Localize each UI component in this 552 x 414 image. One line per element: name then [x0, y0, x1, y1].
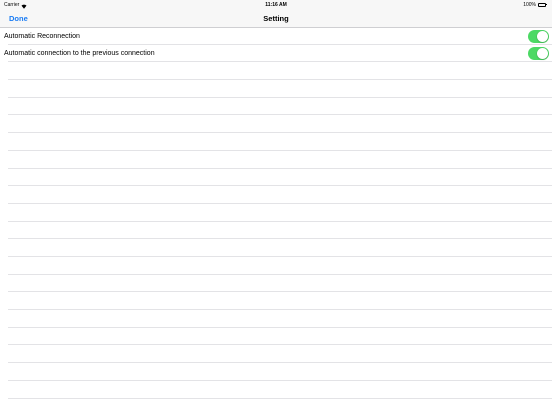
status-right: 100% — [523, 0, 548, 10]
empty-row-separator — [8, 327, 552, 328]
empty-row-separator — [8, 398, 552, 399]
empty-row-separator — [8, 79, 552, 80]
empty-row-separator — [8, 274, 552, 275]
empty-row-separator — [8, 238, 552, 239]
toggle-knob — [536, 30, 549, 43]
empty-row-separator — [8, 185, 552, 186]
setting-label: Automatic Reconnection — [4, 33, 80, 40]
navigation-bar: Done Setting — [0, 10, 552, 28]
status-time: 11:16 AM — [265, 2, 287, 8]
empty-row-separator — [8, 344, 552, 345]
empty-row-separator — [8, 256, 552, 257]
empty-row-separator — [8, 221, 552, 222]
toggle-knob — [536, 47, 549, 60]
empty-row-separator — [8, 309, 552, 310]
setting-label: Automatic connection to the previous con… — [4, 50, 155, 57]
battery-percent: 100% — [523, 2, 536, 8]
settings-list: Automatic Reconnection Automatic connect… — [0, 28, 552, 414]
setting-row-automatic-reconnection: Automatic Reconnection — [0, 28, 552, 45]
empty-row-separator — [8, 97, 552, 98]
page-title: Setting — [263, 14, 289, 23]
previous-connection-toggle[interactable] — [528, 47, 549, 60]
row-separator — [8, 61, 552, 62]
status-bar: Carrier 11:16 AM 100% — [0, 0, 552, 10]
empty-row-separator — [8, 380, 552, 381]
empty-row-separator — [8, 150, 552, 151]
automatic-reconnection-toggle[interactable] — [528, 30, 549, 43]
battery-icon — [538, 2, 548, 8]
setting-row-previous-connection: Automatic connection to the previous con… — [0, 45, 552, 62]
empty-row-separator — [8, 132, 552, 133]
empty-row-separator — [8, 362, 552, 363]
empty-row-separator — [8, 168, 552, 169]
empty-row-separator — [8, 291, 552, 292]
empty-row-separator — [8, 203, 552, 204]
empty-row-separator — [8, 114, 552, 115]
